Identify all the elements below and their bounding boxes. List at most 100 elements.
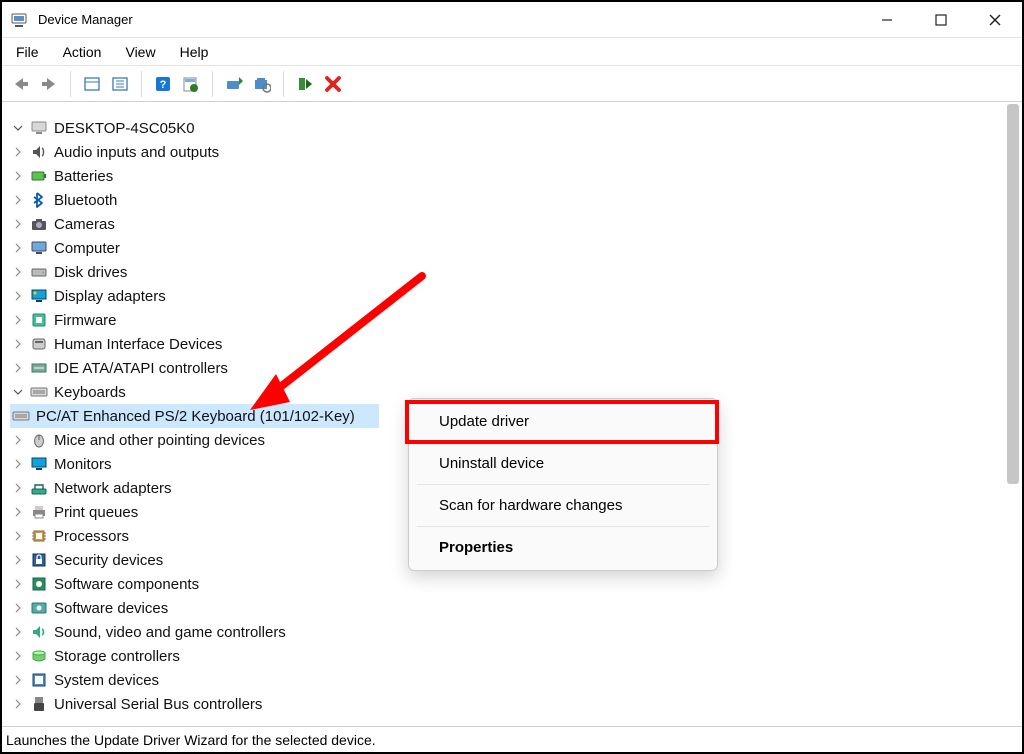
ctx-uninstall-device[interactable]: Uninstall device [409,445,717,482]
chevron-right-icon[interactable] [10,432,26,448]
tree-category-label: Software components [54,576,199,593]
bluetooth-icon [28,190,50,210]
tree-category-label: Bluetooth [54,192,117,209]
chevron-right-icon[interactable] [10,360,26,376]
chevron-right-icon[interactable] [10,696,26,712]
properties-sheet-button[interactable] [178,71,204,97]
tree-category[interactable]: Storage controllers [10,644,1022,668]
ctx-separator [417,484,709,485]
ctx-separator [417,442,709,443]
scan-hardware-button[interactable] [249,71,275,97]
chevron-right-icon[interactable] [10,312,26,328]
tree-category-label: Print queues [54,504,138,521]
chevron-right-icon[interactable] [10,672,26,688]
app-icon [10,11,28,29]
battery-icon [28,166,50,186]
chevron-down-icon[interactable] [10,384,26,400]
properties-button[interactable] [107,71,133,97]
system-icon [28,670,50,690]
context-menu: Update driver Uninstall device Scan for … [408,398,718,571]
ctx-separator [417,526,709,527]
chevron-right-icon[interactable] [10,576,26,592]
computer-icon [28,118,50,138]
vertical-scrollbar[interactable] [1007,104,1019,722]
minimize-button[interactable] [860,2,914,38]
tree-category[interactable]: Display adapters [10,284,1022,308]
chevron-right-icon[interactable] [10,504,26,520]
status-text: Launches the Update Driver Wizard for th… [6,732,376,748]
uninstall-device-button[interactable] [320,71,346,97]
chevron-right-icon[interactable] [10,168,26,184]
chevron-right-icon[interactable] [10,144,26,160]
ctx-scan-hardware[interactable]: Scan for hardware changes [409,487,717,524]
chevron-right-icon[interactable] [10,600,26,616]
tree-device[interactable]: PC/AT Enhanced PS/2 Keyboard (101/102-Ke… [10,404,379,428]
chevron-right-icon[interactable] [10,216,26,232]
audio-icon [28,142,50,162]
keyboard-icon [10,406,32,426]
tree-category[interactable]: Batteries [10,164,1022,188]
tree-category-label: Software devices [54,600,168,617]
titlebar: Device Manager [2,2,1022,38]
tree-category[interactable]: Sound, video and game controllers [10,620,1022,644]
show-hidden-button[interactable] [79,71,105,97]
menu-view[interactable]: View [117,41,163,63]
tree-root[interactable]: DESKTOP-4SC05K0 [10,116,1022,140]
camera-icon [28,214,50,234]
menubar: File Action View Help [2,38,1022,66]
close-button[interactable] [968,2,1022,38]
tree-category-label: Audio inputs and outputs [54,144,219,161]
tree-category[interactable]: Computer [10,236,1022,260]
tree-category-label: Sound, video and game controllers [54,624,286,641]
network-icon [28,478,50,498]
tree-category-label: Universal Serial Bus controllers [54,696,262,713]
tree-category-label: Mice and other pointing devices [54,432,265,449]
chevron-right-icon[interactable] [10,288,26,304]
firmware-icon [28,310,50,330]
chevron-right-icon[interactable] [10,456,26,472]
tree-category[interactable]: Disk drives [10,260,1022,284]
tree-category[interactable]: Cameras [10,212,1022,236]
help-button[interactable]: ? [150,71,176,97]
toolbar: ? [2,66,1022,102]
enable-device-button[interactable] [292,71,318,97]
chevron-right-icon[interactable] [10,336,26,352]
tree-category-label: Monitors [54,456,112,473]
chevron-right-icon[interactable] [10,528,26,544]
forward-button[interactable] [36,71,62,97]
chevron-right-icon[interactable] [10,624,26,640]
tree-category-label: Processors [54,528,129,545]
update-driver-button[interactable] [221,71,247,97]
chevron-right-icon[interactable] [10,192,26,208]
chevron-right-icon[interactable] [10,648,26,664]
keyboard-icon [28,382,50,402]
tree-category[interactable]: Firmware [10,308,1022,332]
tree-category[interactable]: Software devices [10,596,1022,620]
tree-category[interactable]: Human Interface Devices [10,332,1022,356]
tree-category[interactable]: IDE ATA/ATAPI controllers [10,356,1022,380]
ctx-properties[interactable]: Properties [409,529,717,566]
back-button[interactable] [8,71,34,97]
menu-action[interactable]: Action [55,41,110,63]
chevron-right-icon[interactable] [10,480,26,496]
chevron-right-icon[interactable] [10,240,26,256]
computer-icon [28,238,50,258]
scrollbar-thumb[interactable] [1007,104,1019,484]
maximize-button[interactable] [914,2,968,38]
toolbar-separator [212,71,213,97]
tree-category-label: IDE ATA/ATAPI controllers [54,360,228,377]
toolbar-separator [70,71,71,97]
swc-icon [28,574,50,594]
chevron-right-icon[interactable] [10,552,26,568]
tree-category-label: Display adapters [54,288,166,305]
menu-file[interactable]: File [8,41,47,63]
tree-category[interactable]: Audio inputs and outputs [10,140,1022,164]
tree-category[interactable]: Bluetooth [10,188,1022,212]
tree-category[interactable]: System devices [10,668,1022,692]
menu-help[interactable]: Help [172,41,217,63]
tree-category[interactable]: Universal Serial Bus controllers [10,692,1022,716]
tree-category[interactable]: Software components [10,572,1022,596]
chevron-right-icon[interactable] [10,264,26,280]
ctx-update-driver[interactable]: Update driver [409,403,717,440]
chevron-down-icon[interactable] [10,120,26,136]
